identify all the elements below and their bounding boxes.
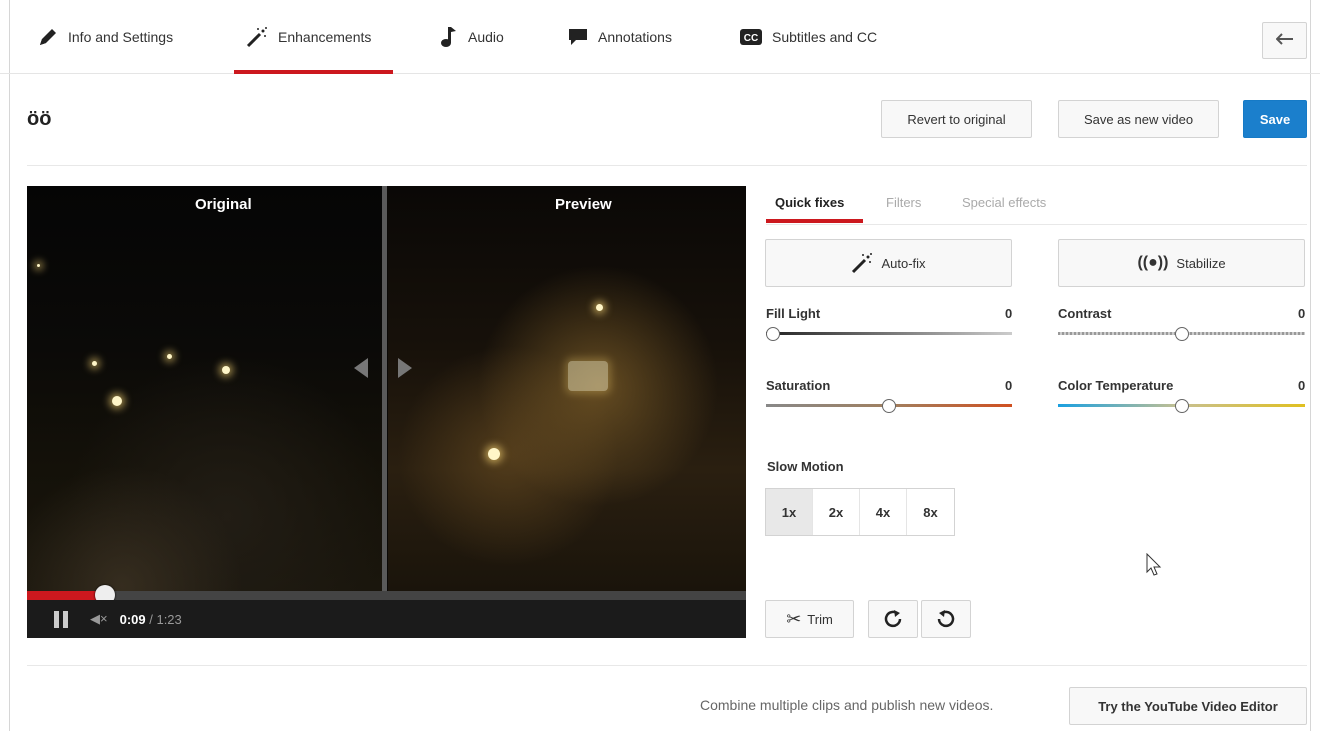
time-separator: / — [145, 611, 157, 627]
subtab-divider — [766, 224, 1307, 225]
progress-fill — [27, 591, 105, 600]
saturation-knob[interactable] — [882, 399, 896, 413]
mute-icon[interactable]: ◀× — [90, 611, 108, 627]
preview-label: Preview — [555, 196, 612, 213]
slow-motion-2x[interactable]: 2x — [813, 489, 860, 535]
footer-text: Combine multiple clips and publish new v… — [700, 697, 994, 713]
compare-divider[interactable] — [382, 186, 387, 591]
progress-bar[interactable] — [27, 585, 746, 605]
rotate-clockwise-button[interactable] — [868, 600, 918, 638]
lit-house — [568, 361, 608, 391]
player-controls: ◀× 0:09 / 1:23 — [27, 600, 746, 638]
compare-left-arrow-icon[interactable] — [354, 358, 368, 378]
fill-light-knob[interactable] — [766, 327, 780, 341]
divider — [27, 165, 1307, 166]
fill-light-value: 0 — [1005, 306, 1013, 321]
tab-label: Info and Settings — [68, 29, 174, 45]
time-display: 0:09 / 1:23 — [120, 612, 182, 627]
trim-button[interactable]: ✂ Trim — [765, 600, 854, 638]
save-button[interactable]: Save — [1243, 100, 1307, 138]
tab-label: Enhancements — [278, 29, 372, 45]
fill-light-label: Fill Light — [766, 306, 821, 321]
original-pane: Original — [27, 186, 382, 591]
slow-motion-4x[interactable]: 4x — [860, 489, 907, 535]
tab-annotations[interactable]: Annotations — [568, 0, 672, 74]
slow-motion-1x[interactable]: 1x — [766, 489, 813, 535]
color-temperature-label: Color Temperature — [1058, 378, 1174, 393]
pencil-icon — [38, 27, 58, 47]
fill-light-slider[interactable] — [766, 332, 1012, 335]
tab-label: Annotations — [598, 29, 672, 45]
magic-wand-icon — [246, 26, 268, 48]
tab-subtitles-and-cc[interactable]: CC Subtitles and CC — [740, 0, 877, 74]
street-light — [112, 396, 122, 406]
color-temperature-value: 0 — [1298, 378, 1306, 393]
slow-motion-selector: 1x 2x 4x 8x — [765, 488, 955, 536]
street-light — [37, 264, 40, 267]
footer-divider — [27, 665, 1307, 666]
magic-wand-icon — [851, 252, 873, 274]
scissors-icon: ✂ — [786, 608, 802, 629]
rotate-clockwise-icon — [883, 608, 903, 631]
contrast-knob[interactable] — [1174, 327, 1189, 341]
rotate-counterclockwise-button[interactable] — [921, 600, 971, 638]
stabilize-label: Stabilize — [1176, 255, 1226, 271]
rotate-counterclockwise-icon — [936, 608, 956, 631]
subtab-underline — [766, 219, 863, 223]
slow-motion-8x[interactable]: 8x — [907, 489, 954, 535]
try-video-editor-button[interactable]: Try the YouTube Video Editor — [1069, 687, 1307, 725]
contrast-label: Contrast — [1058, 306, 1112, 321]
subtab-quick-fixes[interactable]: Quick fixes — [775, 195, 844, 210]
top-nav: Info and Settings Enhancements Audio Ann… — [0, 0, 1320, 74]
slow-motion-label: Slow Motion — [767, 459, 844, 474]
street-light — [167, 354, 172, 359]
back-button[interactable] — [1262, 22, 1307, 59]
stabilize-icon: ((●)) — [1137, 254, 1169, 271]
auto-fix-button[interactable]: Auto-fix — [765, 239, 1012, 287]
street-light — [222, 366, 230, 374]
svg-text:CC: CC — [744, 33, 758, 44]
tab-enhancements[interactable]: Enhancements — [234, 0, 393, 74]
revert-to-original-button[interactable]: Revert to original — [881, 100, 1032, 138]
mouse-cursor-icon — [1146, 552, 1162, 582]
stabilize-button[interactable]: ((●)) Stabilize — [1058, 239, 1305, 287]
pause-icon[interactable] — [54, 610, 68, 628]
preview-pane: Preview — [388, 186, 746, 591]
speech-bubble-icon — [568, 28, 588, 46]
save-as-new-video-button[interactable]: Save as new video — [1058, 100, 1219, 138]
music-note-icon — [440, 26, 458, 48]
original-label: Original — [195, 196, 252, 213]
subtab-special-effects[interactable]: Special effects — [962, 195, 1046, 210]
contrast-value: 0 — [1298, 306, 1306, 321]
tab-info-and-settings[interactable]: Info and Settings — [38, 0, 173, 74]
tab-label: Subtitles and CC — [772, 29, 878, 45]
cc-icon: CC — [740, 29, 762, 45]
tab-audio[interactable]: Audio — [440, 0, 504, 74]
compare-right-arrow-icon[interactable] — [398, 358, 412, 378]
saturation-value: 0 — [1005, 378, 1013, 393]
street-light — [596, 304, 603, 311]
color-temperature-knob[interactable] — [1174, 399, 1189, 413]
tab-label: Audio — [468, 29, 504, 45]
video-player[interactable]: Original Preview ◀× 0:09 / 1:23 — [27, 186, 746, 638]
trim-label: Trim — [807, 611, 833, 627]
current-time: 0:09 — [119, 611, 146, 627]
subtab-filters[interactable]: Filters — [886, 195, 921, 210]
auto-fix-label: Auto-fix — [881, 255, 926, 271]
street-light — [488, 448, 500, 460]
page-title: öö — [27, 108, 52, 130]
saturation-label: Saturation — [766, 378, 831, 393]
street-light — [92, 361, 97, 366]
back-arrow-icon — [1275, 32, 1294, 50]
duration: 1:23 — [156, 611, 182, 627]
